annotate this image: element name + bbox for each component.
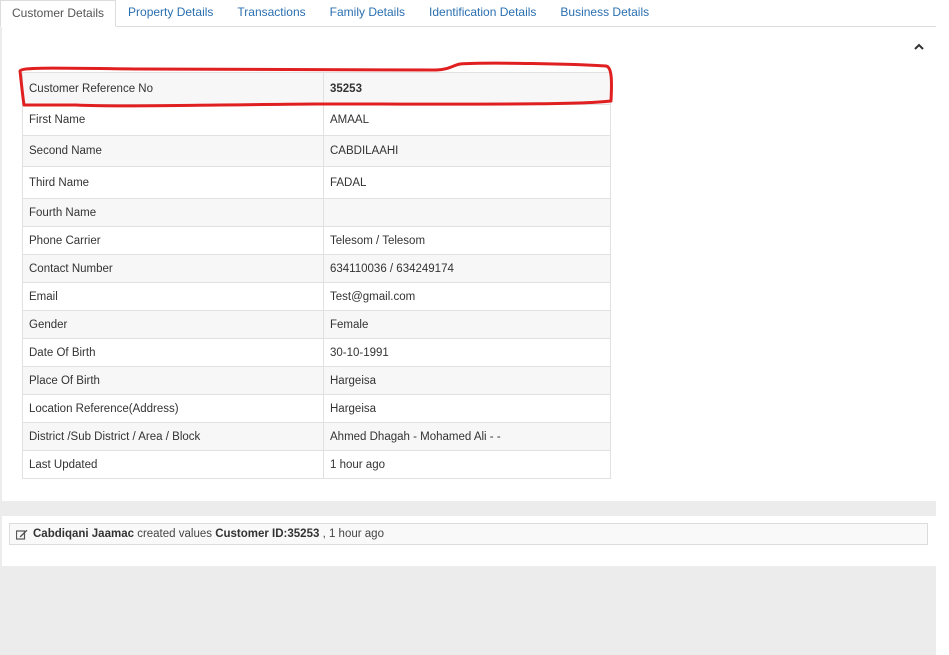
row-value: Test@gmail.com: [323, 282, 611, 311]
activity-time: , 1 hour ago: [322, 528, 384, 540]
table-row: First Name AMAAL: [22, 104, 611, 136]
row-label: District /Sub District / Area / Block: [22, 422, 324, 451]
row-label: Customer Reference No: [22, 72, 324, 105]
row-label: Last Updated: [22, 450, 324, 479]
table-row: Date Of Birth 30-10-1991: [22, 338, 611, 367]
table-row: Email Test@gmail.com: [22, 282, 611, 311]
row-value: AMAAL: [323, 104, 611, 136]
row-label: Contact Number: [22, 254, 324, 283]
tab-customer-details[interactable]: Customer Details: [0, 0, 117, 27]
row-value: Female: [323, 310, 611, 339]
row-value: 35253: [323, 72, 611, 105]
customer-details-table: Customer Reference No 35253 First Name A…: [22, 72, 611, 479]
row-value: Telesom / Telesom: [323, 226, 611, 255]
row-label: Date Of Birth: [22, 338, 324, 367]
table-row: Third Name FADAL: [22, 166, 611, 199]
row-label: Third Name: [22, 166, 324, 199]
row-label: Place Of Birth: [22, 366, 324, 395]
right-scroll-area: [936, 0, 949, 655]
tab-identification-details[interactable]: Identification Details: [417, 0, 548, 26]
row-value: 1 hour ago: [323, 450, 611, 479]
tab-property-details[interactable]: Property Details: [116, 0, 225, 26]
row-label: Phone Carrier: [22, 226, 324, 255]
table-row: Gender Female: [22, 310, 611, 339]
activity-user: Cabdiqani Jaamac: [33, 528, 134, 540]
table-row: Location Reference(Address) Hargeisa: [22, 394, 611, 423]
row-label: Second Name: [22, 135, 324, 167]
row-label: Email: [22, 282, 324, 311]
activity-action: created values: [137, 528, 212, 540]
edit-icon: [16, 529, 28, 540]
customer-details-panel: Customer Reference No 35253 First Name A…: [2, 27, 936, 501]
activity-log-entry: Cabdiqani Jaamac created values Customer…: [9, 523, 928, 545]
table-row: Fourth Name: [22, 198, 611, 227]
collapse-button[interactable]: [912, 39, 926, 53]
table-row: Place Of Birth Hargeisa: [22, 366, 611, 395]
row-value: 30-10-1991: [323, 338, 611, 367]
row-label: First Name: [22, 104, 324, 136]
row-value: Ahmed Dhagah - Mohamed Ali - -: [323, 422, 611, 451]
row-value: Hargeisa: [323, 366, 611, 395]
row-label: Fourth Name: [22, 198, 324, 227]
table-row: Phone Carrier Telesom / Telesom: [22, 226, 611, 255]
tab-family-details[interactable]: Family Details: [318, 0, 417, 26]
activity-panel: Cabdiqani Jaamac created values Customer…: [2, 516, 936, 566]
row-label: Location Reference(Address): [22, 394, 324, 423]
row-value: CABDILAAHI: [323, 135, 611, 167]
activity-target: Customer ID:35253: [215, 528, 320, 540]
tab-business-details[interactable]: Business Details: [548, 0, 661, 26]
row-value: FADAL: [323, 166, 611, 199]
row-value: [323, 198, 611, 227]
table-row: Contact Number 634110036 / 634249174: [22, 254, 611, 283]
table-row: District /Sub District / Area / Block Ah…: [22, 422, 611, 451]
table-row: Customer Reference No 35253: [22, 72, 611, 105]
tab-bar: Customer Details Property Details Transa…: [0, 0, 936, 27]
chevron-up-icon: [914, 43, 924, 50]
row-value: Hargeisa: [323, 394, 611, 423]
row-value: 634110036 / 634249174: [323, 254, 611, 283]
tab-transactions[interactable]: Transactions: [225, 0, 317, 26]
table-row: Second Name CABDILAAHI: [22, 135, 611, 167]
page: Customer Details Property Details Transa…: [0, 0, 949, 655]
table-row: Last Updated 1 hour ago: [22, 450, 611, 479]
row-label: Gender: [22, 310, 324, 339]
